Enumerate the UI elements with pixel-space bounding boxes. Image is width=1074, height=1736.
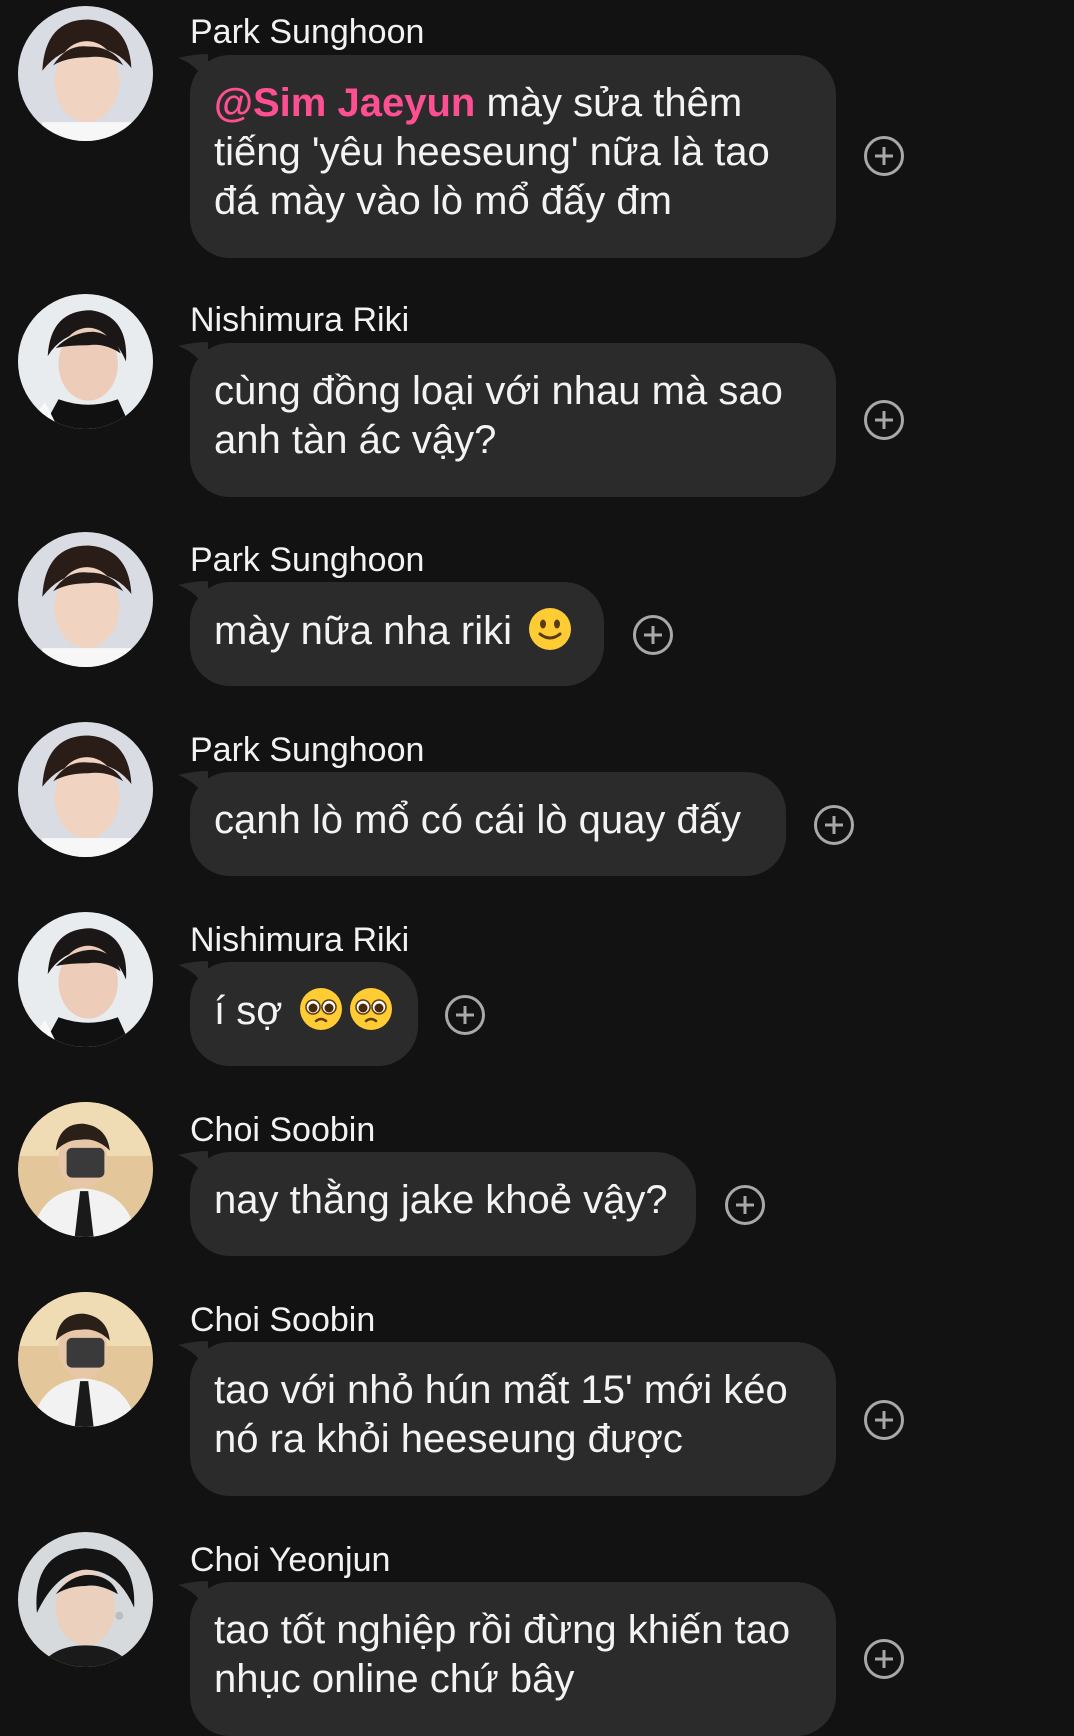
message-text: tao tốt nghiệp rồi đừng khiến tao nhục o… [214, 1608, 791, 1701]
slightly-smiling-face-emoji [529, 608, 572, 650]
pleading-face-emoji [349, 988, 392, 1030]
message-text: tao với nhỏ hún mất 15' mới kéo nó ra kh… [214, 1368, 788, 1461]
avatar[interactable] [18, 1532, 153, 1667]
add-reaction-icon[interactable] [864, 400, 904, 440]
mention-link[interactable]: @Sim Jaeyun [214, 81, 475, 125]
add-reaction-icon[interactable] [633, 615, 673, 655]
message-text: cạnh lò mổ có cái lò quay đấy [214, 798, 741, 842]
avatar[interactable] [18, 6, 153, 141]
sender-name[interactable]: Choi Yeonjun [190, 1540, 390, 1580]
avatar[interactable] [18, 532, 153, 667]
add-reaction-icon[interactable] [445, 995, 485, 1035]
add-reaction-icon[interactable] [864, 1400, 904, 1440]
add-reaction-icon[interactable] [864, 1639, 904, 1679]
sender-name[interactable]: Choi Soobin [190, 1110, 375, 1150]
message-bubble[interactable]: mày nữa nha riki [190, 582, 604, 686]
message-text: í sợ [214, 989, 283, 1033]
add-reaction-icon[interactable] [864, 136, 904, 176]
add-reaction-icon[interactable] [814, 805, 854, 845]
message-text: nay thằng jake khoẻ vậy? [214, 1178, 668, 1222]
message-bubble[interactable]: tao tốt nghiệp rồi đừng khiến tao nhục o… [190, 1582, 836, 1736]
avatar[interactable] [18, 294, 153, 429]
message-bubble[interactable]: nay thằng jake khoẻ vậy? [190, 1152, 696, 1256]
message-bubble[interactable]: í sợ [190, 962, 418, 1066]
message-text: cùng đồng loại với nhau mà sao anh tàn á… [214, 369, 783, 462]
sender-name[interactable]: Park Sunghoon [190, 12, 424, 52]
message-bubble[interactable]: @Sim Jaeyun mày sửa thêm tiếng 'yêu hees… [190, 55, 836, 258]
sender-name[interactable]: Park Sunghoon [190, 540, 424, 580]
avatar[interactable] [18, 1292, 153, 1427]
avatar[interactable] [18, 912, 153, 1047]
message-bubble[interactable]: cùng đồng loại với nhau mà sao anh tàn á… [190, 343, 836, 497]
sender-name[interactable]: Nishimura Riki [190, 920, 409, 960]
avatar[interactable] [18, 1102, 153, 1237]
add-reaction-icon[interactable] [725, 1185, 765, 1225]
avatar[interactable] [18, 722, 153, 857]
sender-name[interactable]: Park Sunghoon [190, 730, 424, 770]
message-bubble[interactable]: tao với nhỏ hún mất 15' mới kéo nó ra kh… [190, 1342, 836, 1496]
message-text: mày nữa nha riki [214, 609, 513, 653]
sender-name[interactable]: Choi Soobin [190, 1300, 375, 1340]
sender-name[interactable]: Nishimura Riki [190, 300, 409, 340]
pleading-face-emoji [299, 988, 342, 1030]
message-bubble[interactable]: cạnh lò mổ có cái lò quay đấy [190, 772, 786, 876]
